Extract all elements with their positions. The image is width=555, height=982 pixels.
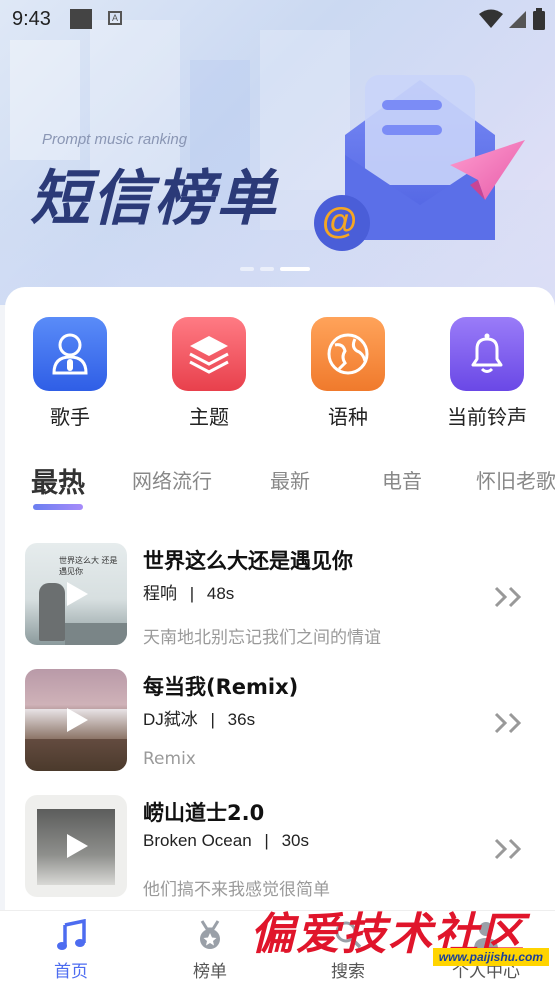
- category-label: 语种: [328, 405, 368, 429]
- song-item[interactable]: 每当我(Remix) DJ弑冰 | 36s Remix: [5, 669, 555, 779]
- bottom-navigation: 首页 榜单 搜索 个人中心: [0, 910, 555, 982]
- nav-home[interactable]: 首页: [21, 917, 121, 982]
- tab-newest[interactable]: 最新: [270, 465, 310, 494]
- nav-ranking[interactable]: 榜单: [160, 917, 260, 982]
- category-singer[interactable]: 歌手: [10, 317, 130, 430]
- banner-subtitle: Prompt music ranking: [42, 131, 188, 148]
- tab-oldies[interactable]: 怀旧老歌: [476, 465, 555, 494]
- category-grid: 歌手 主题 语种 当前铃声: [5, 317, 555, 430]
- carousel-dot[interactable]: [240, 267, 254, 271]
- nav-profile[interactable]: 个人中心: [436, 917, 536, 982]
- status-bar: 9:43 A: [0, 0, 555, 38]
- song-meta: Broken Ocean | 30s: [143, 831, 309, 851]
- song-title: 世界这么大还是遇见你: [143, 549, 353, 573]
- tab-bar: 最热 网络流行 最新 电音 怀旧老歌: [5, 457, 555, 517]
- song-title: 崂山道士2.0: [143, 801, 265, 825]
- nav-search[interactable]: 搜索: [298, 917, 398, 982]
- notification-square-icon: [70, 9, 92, 29]
- song-title: 每当我(Remix): [143, 675, 299, 699]
- category-theme[interactable]: 主题: [149, 317, 269, 430]
- active-tab-underline: [33, 504, 83, 510]
- status-icons: [479, 8, 545, 30]
- song-duration: 36s: [227, 710, 256, 729]
- meta-separator: |: [189, 584, 195, 603]
- play-icon[interactable]: [61, 579, 91, 609]
- category-label: 当前铃声: [447, 405, 527, 429]
- nav-label: 个人中心: [452, 962, 520, 982]
- battery-icon: [533, 8, 545, 30]
- song-meta: DJ弑冰 | 36s: [143, 705, 255, 730]
- notification-a-icon: A: [108, 11, 122, 25]
- search-icon: [298, 917, 398, 953]
- meta-separator: |: [264, 831, 269, 850]
- banner-headline: 短信榜单: [30, 164, 278, 234]
- song-artist: DJ弑冰: [143, 710, 198, 729]
- carousel-dot[interactable]: [260, 267, 274, 271]
- status-time: 9:43: [12, 8, 51, 30]
- nav-label: 榜单: [193, 962, 227, 982]
- signal-icon: [509, 11, 526, 28]
- nav-label: 搜索: [331, 962, 365, 982]
- tab-internet-pop[interactable]: 网络流行: [132, 465, 212, 494]
- play-icon[interactable]: [61, 831, 91, 861]
- song-description: 天南地北别忘记我们之间的情谊: [143, 628, 381, 648]
- category-label: 主题: [189, 405, 229, 429]
- bell-icon: [450, 317, 524, 391]
- at-symbol: @: [322, 200, 358, 241]
- medal-icon: [160, 917, 260, 953]
- user-icon: [436, 917, 536, 953]
- music-note-icon: [21, 917, 121, 953]
- banner[interactable]: Prompt music ranking 短信榜单 @: [0, 0, 555, 305]
- category-current-ringtone[interactable]: 当前铃声: [427, 317, 547, 430]
- song-meta: 程响 | 48s: [143, 579, 234, 604]
- carousel-indicator: [240, 267, 310, 271]
- song-item[interactable]: 崂山道士2.0 Broken Ocean | 30s 他们搞不来我感觉很简单: [5, 795, 555, 905]
- song-duration: 48s: [206, 584, 235, 603]
- song-duration: 30s: [281, 831, 309, 850]
- song-description: 他们搞不来我感觉很简单: [143, 880, 330, 900]
- nav-label: 首页: [54, 962, 88, 982]
- tab-electronic[interactable]: 电音: [382, 465, 422, 494]
- double-chevron-right-icon[interactable]: [493, 711, 527, 735]
- double-chevron-right-icon[interactable]: [493, 585, 527, 609]
- song-item[interactable]: 世界这么大 还是遇见你 世界这么大还是遇见你 程响 | 48s 天南地北别忘记我…: [5, 543, 555, 653]
- song-artist: 程响: [143, 584, 177, 603]
- wifi-icon: [479, 9, 503, 28]
- carousel-dot-active[interactable]: [280, 267, 310, 271]
- category-language[interactable]: 语种: [288, 317, 408, 430]
- play-icon[interactable]: [61, 705, 91, 735]
- tab-hot[interactable]: 最热: [31, 461, 85, 500]
- double-chevron-right-icon[interactable]: [493, 837, 527, 861]
- cover-ground: [65, 623, 127, 645]
- singer-icon: [33, 317, 107, 391]
- category-label: 歌手: [50, 405, 90, 429]
- layers-icon: [172, 317, 246, 391]
- meta-separator: |: [210, 710, 215, 729]
- song-artist: Broken Ocean: [143, 831, 252, 850]
- content-card: 歌手 主题 语种 当前铃声 最热 网络流行 最新 电音 怀旧老歌 世界这么大 还…: [5, 287, 555, 927]
- song-description: Remix: [143, 749, 196, 769]
- cover-caption: 世界这么大 还是遇见你: [59, 556, 118, 576]
- globe-icon: [311, 317, 385, 391]
